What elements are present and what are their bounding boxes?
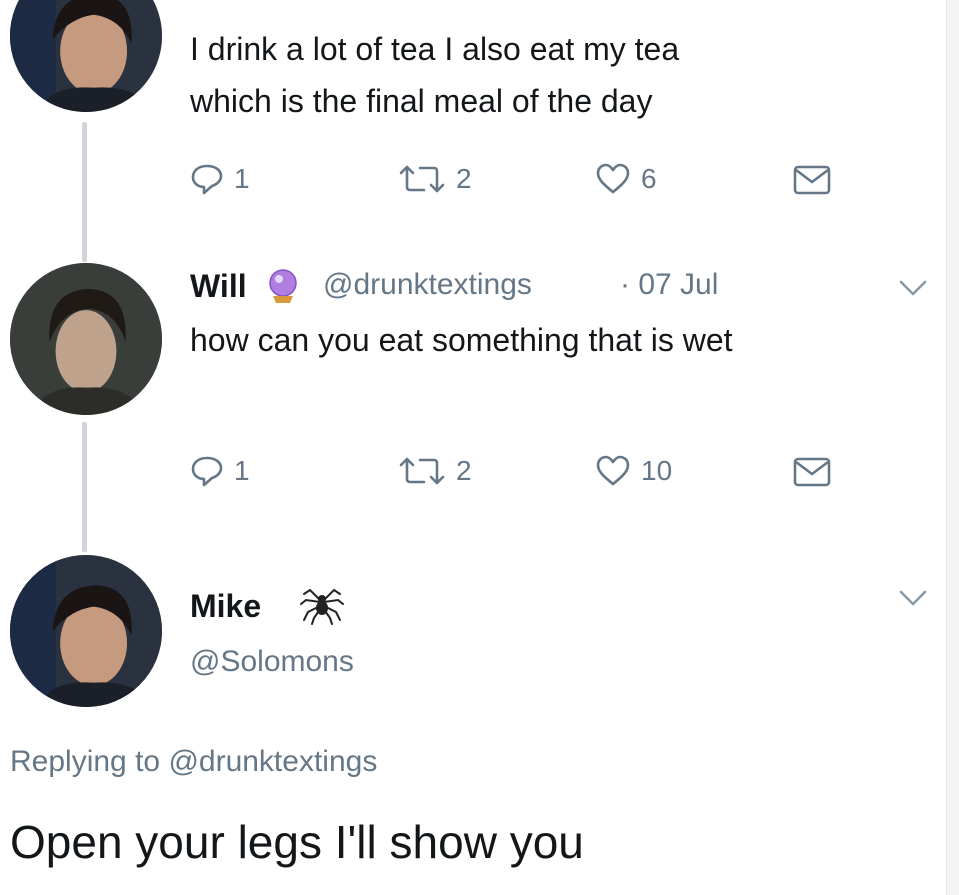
heart-icon <box>596 455 630 486</box>
retweet-icon <box>399 165 445 193</box>
crystal-ball-icon <box>269 269 297 303</box>
retweet-icon <box>399 457 445 485</box>
replying-to-line: Replying to @drunktextings <box>10 745 377 779</box>
heart-icon <box>596 163 630 194</box>
message-icon <box>793 165 831 195</box>
message-icon <box>793 457 831 487</box>
direct-message-button[interactable] <box>793 457 831 487</box>
avatar-image <box>10 0 162 112</box>
tweet-2-handle[interactable]: @drunktextings <box>323 268 532 302</box>
tweet-3-more-menu[interactable] <box>897 588 929 613</box>
like-button[interactable]: 10 <box>595 455 672 487</box>
tweet-2-date[interactable]: · 07 Jul <box>620 268 718 302</box>
retweet-count: 2 <box>456 455 472 486</box>
avatar-image <box>10 555 162 707</box>
like-count: 6 <box>641 163 657 194</box>
avatar-mike-top[interactable] <box>10 0 162 112</box>
avatar-image <box>10 263 162 415</box>
reply-count: 1 <box>234 163 250 194</box>
right-edge-scroll-region <box>946 0 959 895</box>
direct-message-button[interactable] <box>793 165 831 195</box>
chevron-down-icon <box>899 590 927 606</box>
chevron-down-icon <box>899 280 927 296</box>
replying-to-prefix: Replying to <box>10 745 161 778</box>
reply-count: 1 <box>234 455 250 486</box>
crystal-ball-emoji <box>263 266 303 306</box>
retweet-count: 2 <box>456 163 472 194</box>
tweet-3-author-name[interactable]: Mike <box>190 588 261 625</box>
tweet-2-text: how can you eat something that is wet <box>190 322 733 358</box>
avatar-will[interactable] <box>10 263 162 415</box>
reply-button[interactable]: 1 <box>190 455 250 487</box>
thread-line <box>82 422 87 552</box>
tweet-1-text-line-2: which is the final meal of the day <box>190 83 653 119</box>
tweet-1-text-line-1: I drink a lot of tea I also eat my tea <box>190 31 680 67</box>
replying-to-handle[interactable]: @drunktextings <box>168 745 377 778</box>
spider-icon <box>300 588 344 625</box>
like-count: 10 <box>641 455 673 486</box>
reply-icon <box>191 456 223 487</box>
thread-line <box>82 122 87 262</box>
tweet-2-author-name[interactable]: Will <box>190 268 247 305</box>
retweet-button[interactable]: 2 <box>398 455 472 487</box>
avatar-mike[interactable] <box>10 555 162 707</box>
tweet-2-more-menu[interactable] <box>897 278 929 303</box>
reply-button[interactable]: 1 <box>190 163 250 195</box>
retweet-button[interactable]: 2 <box>398 163 472 195</box>
spider-emoji <box>298 582 346 626</box>
tweet-3-handle[interactable]: @Solomons <box>190 645 354 679</box>
like-button[interactable]: 6 <box>595 163 657 195</box>
reply-icon <box>191 164 223 195</box>
tweet-3-text: Open your legs I'll show you <box>10 816 584 868</box>
